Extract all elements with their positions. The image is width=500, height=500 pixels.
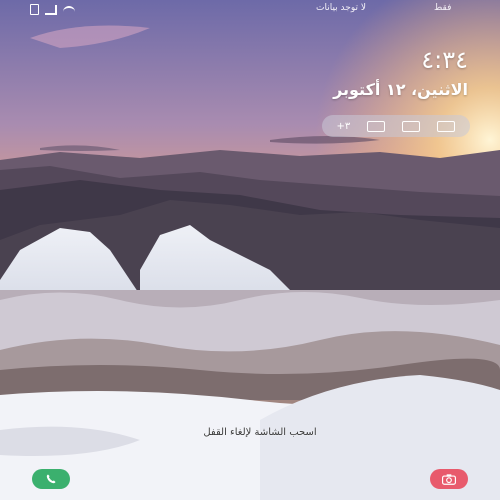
notification-count: +٣ [336, 120, 351, 132]
lockscreen-wallpaper [0, 0, 500, 500]
phone-icon [46, 474, 56, 484]
status-bar: لا توجد بيانات فقط [0, 0, 500, 18]
carrier-text: فقط [434, 3, 452, 13]
phone-shortcut[interactable] [32, 469, 70, 489]
battery-icon [30, 4, 39, 15]
camera-shortcut[interactable] [430, 469, 468, 489]
camera-icon [442, 474, 456, 485]
image-icon [437, 120, 456, 132]
wifi-icon [63, 5, 75, 14]
unlock-hint: اسحب الشاشة لإلغاء القفل [203, 427, 317, 438]
status-icons [30, 4, 75, 15]
notification-pill[interactable]: +٣ [322, 115, 470, 137]
lockscreen-date: الاثنين، ١٢ أكتوبر [333, 80, 468, 99]
image-icon [367, 120, 386, 132]
no-sim-text: لا توجد بيانات [316, 3, 366, 13]
signal-icon [45, 4, 57, 15]
lockscreen-clock: ٤:٣٤ [421, 46, 468, 74]
image-icon [402, 120, 421, 132]
